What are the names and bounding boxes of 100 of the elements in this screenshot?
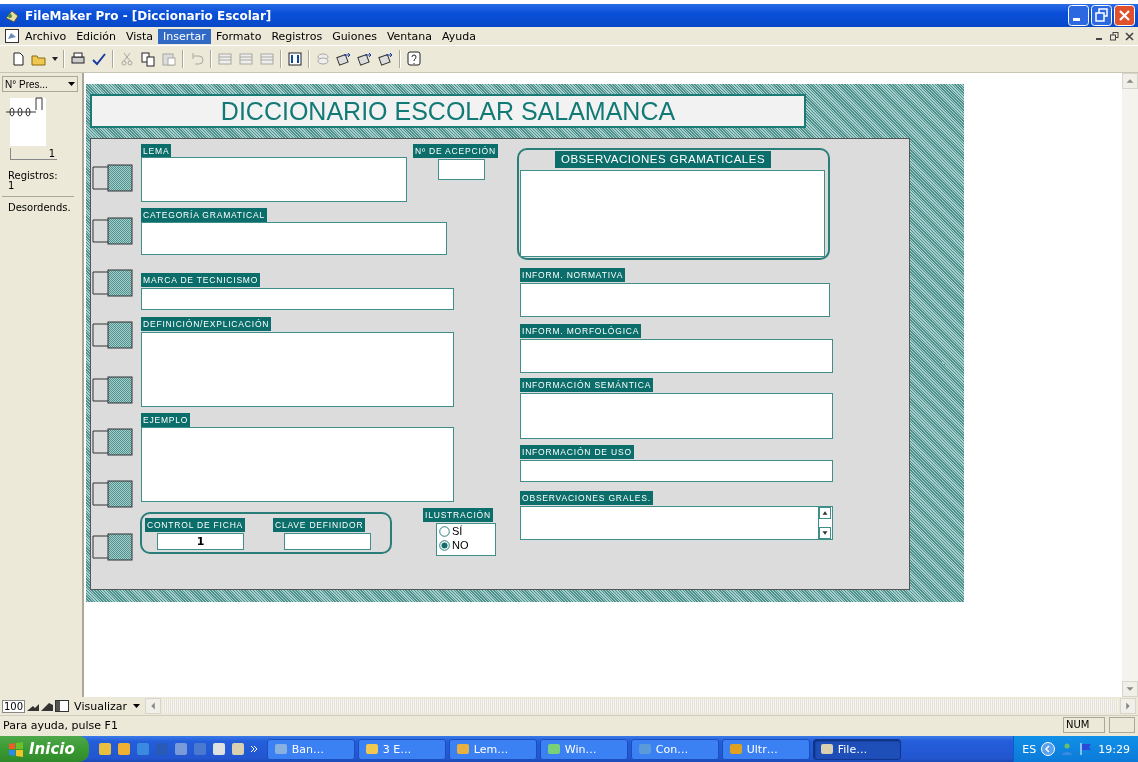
field-label: ILUSTRACIÓN xyxy=(423,508,493,522)
layout-title: DICCIONARIO ESCOLAR SALAMANCA xyxy=(90,94,806,128)
menu-item[interactable]: Ventana xyxy=(381,28,438,44)
records-count: 1 xyxy=(8,180,15,191)
app-icon xyxy=(546,742,561,756)
text-field[interactable] xyxy=(520,393,833,439)
menu-item[interactable]: Guiones xyxy=(327,28,382,44)
field-label: DEFINICIÓN/EXPLICACIÓN xyxy=(141,317,272,331)
text-field[interactable] xyxy=(141,157,407,202)
window-title: FileMaker Pro - [Diccionario Escolar] xyxy=(25,8,273,23)
text-field[interactable] xyxy=(520,506,833,540)
text-field[interactable] xyxy=(520,170,825,257)
records-label: Registros: xyxy=(8,170,58,181)
menu-item[interactable]: Ayuda xyxy=(437,28,482,44)
copy-icon[interactable] xyxy=(140,51,156,67)
radio-label: SÍ xyxy=(452,524,463,538)
text-field[interactable] xyxy=(520,339,833,373)
restore-button[interactable] xyxy=(1110,31,1119,41)
text-field[interactable] xyxy=(438,159,485,180)
app-icon xyxy=(273,742,288,756)
radio-button[interactable] xyxy=(439,539,450,551)
field-label: INFORMACIÓN SEMÁNTICA xyxy=(520,378,654,392)
sort-icon[interactable] xyxy=(287,51,303,67)
taskbar-button[interactable]: Ban… xyxy=(266,738,355,760)
status-pane xyxy=(1109,717,1135,733)
scroll-down-icon[interactable] xyxy=(819,527,831,539)
text-field[interactable] xyxy=(520,460,833,482)
radio-label: NO xyxy=(452,538,469,552)
field-label: CLAVE DEFINIDOR xyxy=(273,518,366,532)
taskbar-button[interactable]: File… xyxy=(812,738,901,760)
taskbar-button[interactable]: Ultr… xyxy=(721,738,810,760)
scroll-right-icon[interactable] xyxy=(1120,698,1136,714)
text-field[interactable] xyxy=(141,288,454,310)
flag-icon[interactable] xyxy=(1079,742,1094,756)
layers-icon[interactable] xyxy=(315,51,331,67)
radio-button[interactable] xyxy=(439,525,450,537)
restore-button[interactable] xyxy=(1091,5,1112,26)
caret-icon[interactable] xyxy=(68,82,75,86)
text-field[interactable]: 1 xyxy=(157,533,244,550)
app-icon xyxy=(364,742,379,756)
scroll-up-icon[interactable] xyxy=(819,507,831,519)
app-icon[interactable] xyxy=(173,742,188,756)
zoom-level[interactable]: 100 xyxy=(2,699,26,713)
chevron-icon[interactable] xyxy=(249,745,258,753)
close-button[interactable] xyxy=(1125,31,1134,41)
field-label: OBSERVACIONES GRAMATICALES xyxy=(555,151,772,168)
text-field[interactable] xyxy=(141,332,454,407)
field-label: LEMA xyxy=(141,144,172,158)
field-label: CONTROL DE FICHA xyxy=(145,518,246,532)
field-label: INFORM. NORMATIVA xyxy=(520,268,626,282)
flag-icon xyxy=(8,741,24,757)
app-icon xyxy=(728,742,743,756)
text-field[interactable] xyxy=(520,283,830,317)
app-icon[interactable] xyxy=(97,742,112,756)
menu-item[interactable]: Insertar xyxy=(158,28,211,44)
app-icon[interactable] xyxy=(116,742,131,756)
help-icon[interactable] xyxy=(406,51,422,67)
caret-icon[interactable] xyxy=(133,704,141,708)
printer-icon[interactable] xyxy=(70,51,86,67)
app-icon[interactable] xyxy=(211,742,226,756)
language-indicator[interactable]: ES xyxy=(1022,742,1037,756)
app-icon xyxy=(637,742,652,756)
spellcheck-icon[interactable] xyxy=(91,51,107,67)
text-field[interactable] xyxy=(284,533,371,550)
document-icon[interactable] xyxy=(4,28,20,44)
menu-item[interactable]: Edición xyxy=(71,28,121,44)
app-icon xyxy=(455,742,470,756)
menu-item[interactable]: Formato xyxy=(210,28,267,44)
caret-icon[interactable] xyxy=(52,57,58,61)
record-number: 1 xyxy=(10,148,57,160)
text-field[interactable] xyxy=(141,427,454,502)
field-label: Nº DE ACEPCIÓN xyxy=(413,144,498,158)
field-label: OBSERVACIONES GRALES. xyxy=(520,491,653,505)
menu-item[interactable]: Registros xyxy=(266,28,328,44)
zoom-in-icon[interactable] xyxy=(41,700,54,712)
new-document-icon[interactable] xyxy=(10,51,26,67)
help-text: Para ayuda, pulse F1 xyxy=(3,718,119,732)
start-button[interactable]: Inicio xyxy=(0,736,89,762)
clock: 19:29 xyxy=(1098,742,1130,756)
num-lock-indicator: NUM xyxy=(1063,717,1105,733)
taskbar-button[interactable]: Lem… xyxy=(448,738,537,760)
field-label: MARCA DE TECNICISMO xyxy=(141,273,261,287)
menu-item[interactable]: Vista xyxy=(120,28,159,44)
app-icon xyxy=(819,742,834,756)
taskbar-button[interactable]: Con… xyxy=(630,738,719,760)
paste-icon[interactable] xyxy=(161,51,177,67)
sort-status: Desordends. xyxy=(8,202,71,213)
text-field[interactable] xyxy=(141,222,447,255)
field-label: EJEMPLO xyxy=(141,413,191,427)
minimize-button[interactable] xyxy=(1068,5,1089,26)
field-label: CATEGORÍA GRAMATICAL xyxy=(141,208,267,222)
taskbar-button[interactable]: Win… xyxy=(539,738,628,760)
field-label: INFORMACIÓN DE USO xyxy=(520,445,634,459)
menu-item[interactable]: Archivo xyxy=(20,28,72,44)
mode-dropdown[interactable]: Visualizar xyxy=(71,699,144,713)
app-icon[interactable] xyxy=(230,742,245,756)
taskbar-button[interactable]: 3 E… xyxy=(357,738,446,760)
field-label: INFORM. MORFOLÓGICA xyxy=(520,324,642,338)
layout-dropdown[interactable]: N° Pres... xyxy=(2,76,78,92)
status-area-icon[interactable] xyxy=(55,700,70,712)
